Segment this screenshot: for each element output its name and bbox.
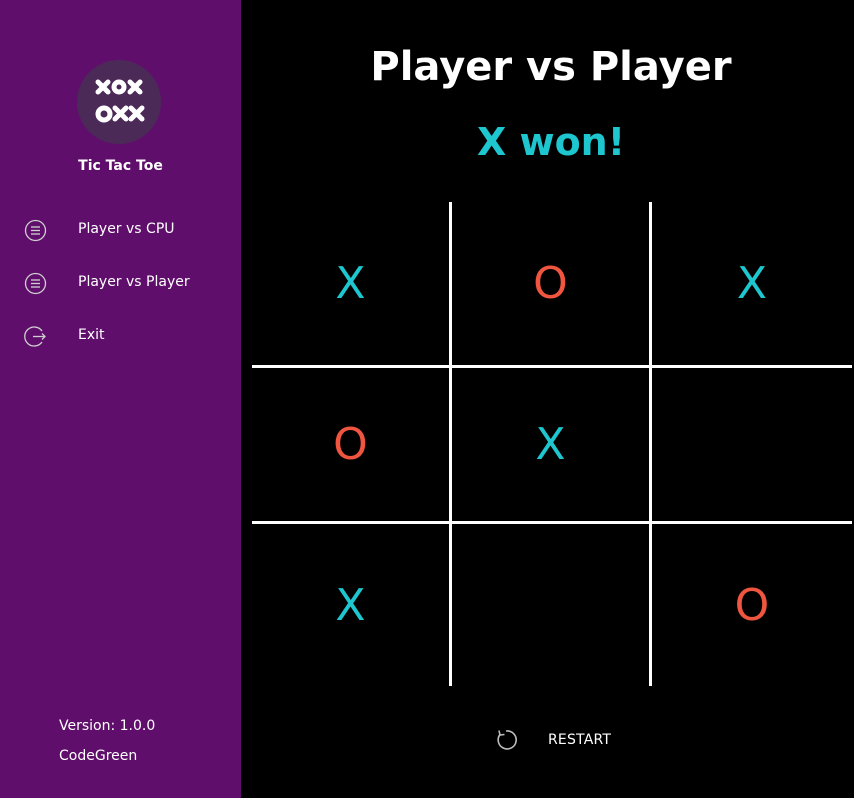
menu-item-label: Player vs Player bbox=[78, 274, 190, 290]
refresh-icon bbox=[497, 730, 517, 750]
restart-label: RESTART bbox=[548, 732, 612, 748]
game-board: X O X O X X O bbox=[252, 202, 852, 686]
board-cell[interactable]: X bbox=[252, 524, 449, 686]
game-mode-title: Player vs Player bbox=[370, 44, 732, 90]
board-cell[interactable] bbox=[452, 524, 649, 686]
version-label: Version: 1.0.0 bbox=[59, 718, 156, 734]
exit-icon bbox=[24, 326, 46, 347]
board-cell[interactable]: O bbox=[452, 202, 649, 365]
list-circle-icon bbox=[24, 219, 47, 242]
game-status: X won! bbox=[476, 120, 626, 164]
restart-button[interactable]: RESTART bbox=[490, 722, 630, 758]
app-logo-icon bbox=[77, 60, 161, 144]
board-cell[interactable]: X bbox=[452, 368, 649, 521]
menu-item-label: Player vs CPU bbox=[78, 221, 175, 237]
menu-item-label: Exit bbox=[78, 327, 105, 343]
app-title: Tic Tac Toe bbox=[78, 158, 163, 174]
author-label: CodeGreen bbox=[59, 748, 138, 764]
list-circle-icon bbox=[24, 272, 47, 295]
menu-item-player-vs-cpu[interactable]: Player vs CPU bbox=[0, 210, 241, 250]
board-cell[interactable] bbox=[652, 368, 852, 521]
board-cell[interactable]: O bbox=[252, 368, 449, 521]
board-cell[interactable]: O bbox=[652, 524, 852, 686]
board-cell[interactable]: X bbox=[652, 202, 852, 365]
board-cell[interactable]: X bbox=[252, 202, 449, 365]
sidebar: Tic Tac Toe Player vs CPU Player vs Play… bbox=[0, 0, 241, 798]
menu-item-exit[interactable]: Exit bbox=[0, 316, 241, 356]
menu-item-player-vs-player[interactable]: Player vs Player bbox=[0, 263, 241, 303]
